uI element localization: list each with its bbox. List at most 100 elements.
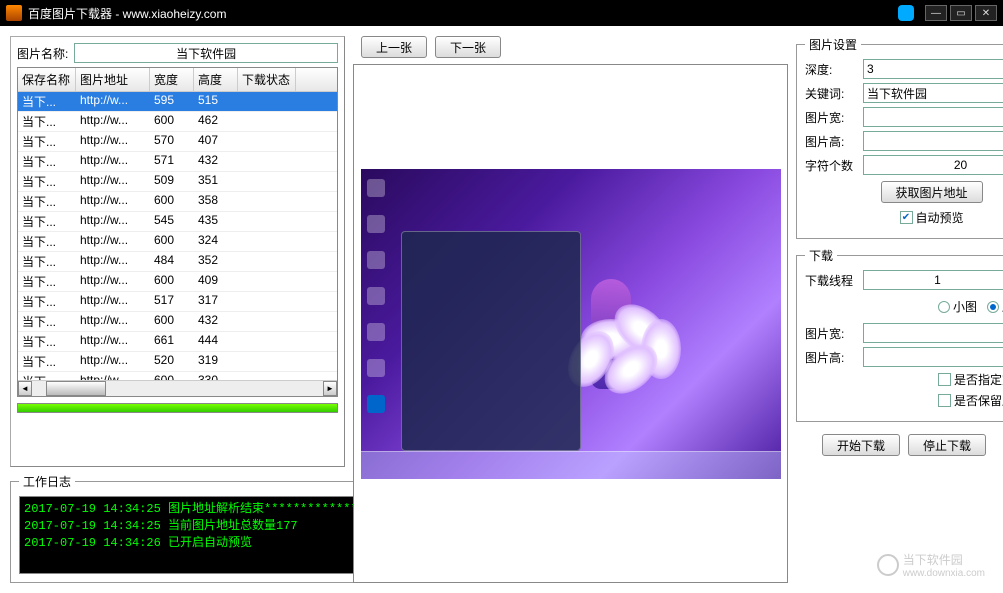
- table-cell: 600: [150, 232, 194, 251]
- table-cell: 600: [150, 112, 194, 131]
- table-cell: http://w...: [76, 232, 150, 251]
- scroll-left-icon[interactable]: ◄: [18, 381, 32, 396]
- keyword-label: 关键词:: [805, 85, 857, 102]
- table-header-cell[interactable]: 下载状态: [238, 68, 296, 91]
- charcount-input[interactable]: [863, 155, 1003, 175]
- table-row[interactable]: 当下...http://w...661444: [18, 332, 337, 352]
- image-name-label: 图片名称:: [17, 45, 68, 62]
- table-header-cell[interactable]: 高度: [194, 68, 238, 91]
- table-cell: http://w...: [76, 332, 150, 351]
- autopreview-checkbox[interactable]: ✔: [900, 211, 913, 224]
- table-cell: http://w...: [76, 152, 150, 171]
- autopreview-label: 自动预览: [916, 209, 964, 226]
- table-cell: [238, 332, 296, 351]
- depth-select[interactable]: [863, 59, 1003, 79]
- tshirt-icon[interactable]: [898, 5, 914, 21]
- table-row[interactable]: 当下...http://w...595515: [18, 92, 337, 112]
- table-row[interactable]: 当下...http://w...571432: [18, 152, 337, 172]
- table-cell: 358: [194, 192, 238, 211]
- table-cell: http://w...: [76, 352, 150, 371]
- table-cell: 当下...: [18, 212, 76, 231]
- table-cell: 462: [194, 112, 238, 131]
- table-row[interactable]: 当下...http://w...600330: [18, 372, 337, 380]
- table-cell: [238, 312, 296, 331]
- table-cell: http://w...: [76, 172, 150, 191]
- table-row[interactable]: 当下...http://w...509351: [18, 172, 337, 192]
- table-cell: 571: [150, 152, 194, 171]
- table-row[interactable]: 当下...http://w...600324: [18, 232, 337, 252]
- download-width-label: 图片宽:: [805, 325, 857, 342]
- table-cell: [238, 112, 296, 131]
- table-body[interactable]: 当下...http://w...595515当下...http://w...60…: [18, 92, 337, 380]
- table-cell: [238, 212, 296, 231]
- table-cell: 509: [150, 172, 194, 191]
- next-button[interactable]: 下一张: [435, 36, 501, 58]
- download-height-input[interactable]: [863, 347, 1003, 367]
- table-header-cell[interactable]: 图片地址: [76, 68, 150, 91]
- table-row[interactable]: 当下...http://w...484352: [18, 252, 337, 272]
- log-legend: 工作日志: [19, 473, 75, 490]
- table-row[interactable]: 当下...http://w...517317: [18, 292, 337, 312]
- maximize-button[interactable]: ▭: [950, 5, 972, 21]
- table-cell: 595: [150, 92, 194, 111]
- table-cell: 当下...: [18, 372, 76, 380]
- threads-input[interactable]: [863, 270, 1003, 290]
- table-header-cell[interactable]: 宽度: [150, 68, 194, 91]
- table-row[interactable]: 当下...http://w...600358: [18, 192, 337, 212]
- keyword-input[interactable]: [863, 83, 1003, 103]
- table-cell: 352: [194, 252, 238, 271]
- scroll-right-icon[interactable]: ►: [323, 381, 337, 396]
- settings-height-label: 图片高:: [805, 133, 857, 150]
- table-row[interactable]: 当下...http://w...600409: [18, 272, 337, 292]
- stop-download-button[interactable]: 停止下载: [908, 434, 986, 456]
- table-cell: 317: [194, 292, 238, 311]
- table-cell: 570: [150, 132, 194, 151]
- original-image-radio[interactable]: [987, 301, 999, 313]
- progress-bar: [17, 403, 338, 413]
- download-width-input[interactable]: [863, 323, 1003, 343]
- depth-label: 深度:: [805, 61, 857, 78]
- table-cell: 当下...: [18, 132, 76, 151]
- minimize-button[interactable]: —: [925, 5, 947, 21]
- scroll-thumb[interactable]: [46, 381, 106, 396]
- table-cell: 517: [150, 292, 194, 311]
- table-hscroll[interactable]: ◄ ►: [18, 380, 337, 396]
- table-row[interactable]: 当下...http://w...545435: [18, 212, 337, 232]
- table-cell: [238, 132, 296, 151]
- table-cell: 当下...: [18, 172, 76, 191]
- table-row[interactable]: 当下...http://w...600432: [18, 312, 337, 332]
- keep-orig-checkbox[interactable]: [938, 394, 951, 407]
- table-cell: 545: [150, 212, 194, 231]
- table-cell: http://w...: [76, 272, 150, 291]
- table-row[interactable]: 当下...http://w...570407: [18, 132, 337, 152]
- table-cell: 432: [194, 152, 238, 171]
- fetch-urls-button[interactable]: 获取图片地址: [881, 181, 983, 203]
- titlebar: 百度图片下载器 - www.xiaoheizy.com — ▭ ✕: [0, 0, 1003, 26]
- small-image-radio[interactable]: [938, 301, 950, 313]
- table-cell: [238, 352, 296, 371]
- start-download-button[interactable]: 开始下载: [822, 434, 900, 456]
- settings-width-input[interactable]: [863, 107, 1003, 127]
- settings-height-input[interactable]: [863, 131, 1003, 151]
- table-cell: http://w...: [76, 372, 150, 380]
- table-cell: 515: [194, 92, 238, 111]
- table-cell: http://w...: [76, 312, 150, 331]
- image-name-input[interactable]: [74, 43, 338, 63]
- fix-wh-checkbox[interactable]: [938, 373, 951, 386]
- settings-legend: 图片设置: [805, 36, 861, 53]
- table-cell: [238, 372, 296, 380]
- settings-width-label: 图片宽:: [805, 109, 857, 126]
- table-header-cell[interactable]: 保存名称: [18, 68, 76, 91]
- table-cell: 当下...: [18, 292, 76, 311]
- table-cell: http://w...: [76, 92, 150, 111]
- table-cell: 当下...: [18, 192, 76, 211]
- table-row[interactable]: 当下...http://w...520319: [18, 352, 337, 372]
- table-cell: [238, 292, 296, 311]
- keep-orig-label: 是否保留原图: [954, 392, 1003, 409]
- threads-label: 下载线程: [805, 272, 857, 289]
- close-button[interactable]: ✕: [975, 5, 997, 21]
- prev-button[interactable]: 上一张: [361, 36, 427, 58]
- table-row[interactable]: 当下...http://w...600462: [18, 112, 337, 132]
- table-cell: 当下...: [18, 352, 76, 371]
- left-column: 图片名称: 保存名称图片地址宽度高度下载状态 当下...http://w...5…: [10, 36, 345, 583]
